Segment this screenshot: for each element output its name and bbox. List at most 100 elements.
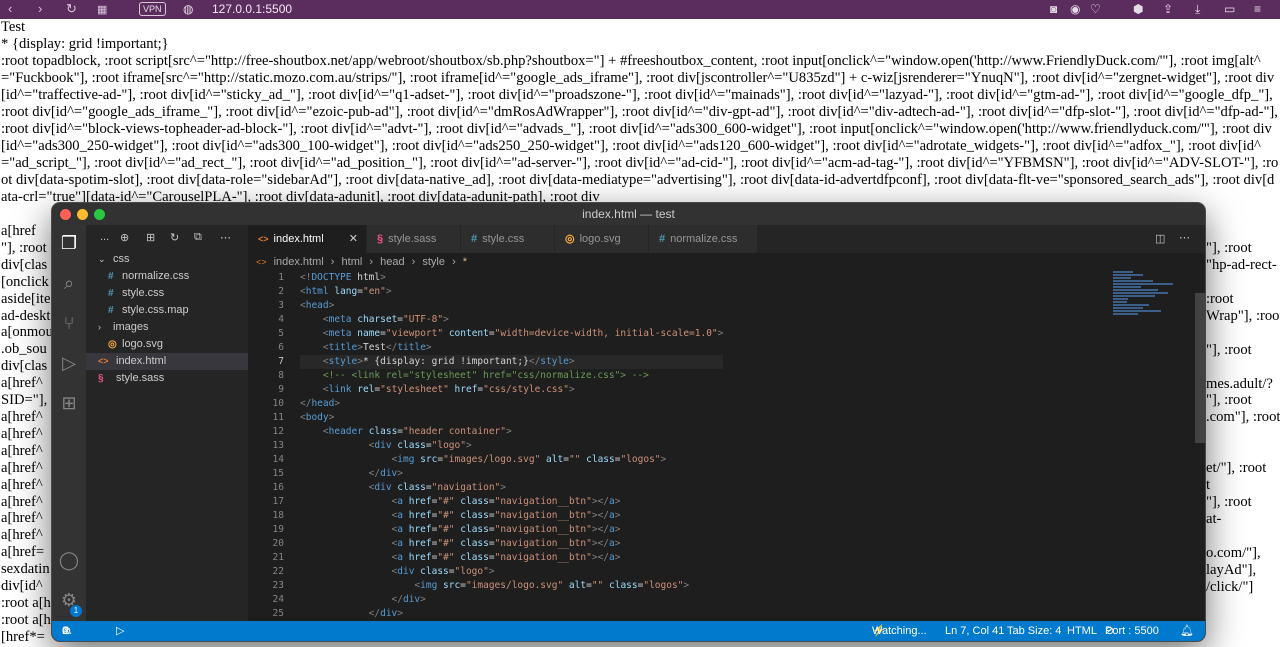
tabs-grid-icon[interactable]: ▦ — [97, 3, 107, 16]
tree-folder-images[interactable]: › images — [86, 319, 248, 336]
tree-folder-css[interactable]: ⌄ css — [86, 251, 248, 268]
tab-style-css[interactable]: # style.css — [461, 225, 555, 253]
code-line[interactable]: <title>Test</title> — [300, 341, 723, 355]
code-line[interactable]: <style>* {display: grid !important;}</st… — [300, 355, 724, 369]
account-icon[interactable]: ◯ — [52, 550, 86, 571]
code-line[interactable]: <a href="#" class="navigation__btn"></a> — [300, 495, 723, 509]
split-editor-icon[interactable]: ◫ — [1155, 232, 1165, 245]
tree-file-index-html[interactable]: <> index.html — [86, 353, 248, 370]
code-line[interactable]: </div> — [300, 467, 723, 481]
line-number: 25 — [272, 608, 284, 619]
editor-scrollbar[interactable] — [1195, 293, 1205, 443]
code-line[interactable]: </div> — [300, 593, 723, 607]
tab-style-sass[interactable]: § style.sass — [367, 225, 461, 253]
code-line[interactable]: <!DOCTYPE html> — [300, 271, 723, 285]
close-tab-icon[interactable]: ✕ — [349, 225, 358, 253]
breadcrumb-item[interactable]: index.html — [274, 256, 324, 268]
tab-size[interactable]: Tab Size: 4 — [1007, 621, 1061, 641]
refresh-icon[interactable]: ↻ — [170, 231, 179, 244]
fragment: Wrap"], :root — [1206, 307, 1280, 324]
shield-icon[interactable]: ◉ — [1070, 2, 1080, 16]
code-line[interactable]: <meta name="viewport" content="width=dev… — [300, 327, 724, 341]
line-number: 18 — [272, 510, 284, 521]
new-file-icon[interactable]: ⊕ — [120, 231, 129, 244]
code-line[interactable]: <a href="#" class="navigation__btn"></a> — [300, 551, 723, 565]
close-window-button[interactable] — [60, 209, 71, 220]
more-actions-icon[interactable]: ⋯ — [220, 231, 231, 244]
code-line[interactable]: <body> — [300, 411, 723, 425]
tree-file-normalize-css[interactable]: # normalize.css — [86, 268, 248, 285]
collapse-all-icon[interactable]: ⧉ — [194, 231, 202, 244]
line-number: 6 — [278, 342, 284, 353]
address-bar[interactable]: 127.0.0.1:5500 — [212, 2, 292, 16]
reload-icon[interactable]: ↻ — [66, 1, 77, 17]
code-line[interactable]: <a href="#" class="navigation__btn"></a> — [300, 523, 723, 537]
maximize-window-button[interactable] — [94, 209, 105, 220]
minimize-window-button[interactable] — [77, 209, 88, 220]
menu-icon[interactable]: ≡ — [1254, 2, 1261, 16]
html-file-icon: <> — [98, 356, 109, 366]
code-line[interactable]: <link rel="stylesheet" href="css/style.c… — [300, 383, 723, 397]
code-line[interactable]: <html lang="en"> — [300, 285, 723, 299]
tree-file-style-css-map[interactable]: # style.css.map — [86, 302, 248, 319]
code-line[interactable]: <div class="logo"> — [300, 565, 723, 579]
tab-index-html[interactable]: <> index.html ✕ — [248, 225, 367, 253]
vpn-badge[interactable]: VPN — [139, 2, 166, 16]
globe-icon: ◍ — [183, 2, 194, 16]
code-line[interactable]: <header class="header container"> — [300, 425, 723, 439]
bookmark-icon[interactable]: ▭ — [1224, 2, 1235, 16]
tree-file-style-css[interactable]: # style.css — [86, 285, 248, 302]
source-control-icon[interactable]: ⑂ — [52, 313, 86, 334]
language-mode[interactable]: HTML — [1067, 621, 1097, 641]
code-lines[interactable]: <!DOCTYPE html> <html lang="en"> <head> <m… — [300, 271, 724, 621]
forward-arrow-icon[interactable]: › — [38, 1, 42, 16]
code-line[interactable]: <a href="#" class="navigation__btn"></a> — [300, 537, 723, 551]
camera-icon[interactable]: ◙ — [1050, 2, 1057, 16]
tab-logo-svg[interactable]: ◎ logo.svg — [555, 225, 649, 253]
breadcrumb-item[interactable]: * — [463, 256, 467, 268]
code-line[interactable]: <img src="images/logo.svg" alt="" class=… — [300, 579, 723, 593]
search-icon[interactable]: ⌕ — [52, 273, 86, 294]
code-line[interactable]: <meta charset="UTF-8"> — [300, 313, 723, 327]
fragment: o.com/"], — [1206, 544, 1261, 561]
window-titlebar[interactable]: index.html — test — [52, 203, 1205, 225]
new-folder-icon[interactable]: ⊞ — [146, 231, 155, 244]
explorer-files-icon[interactable]: ❐ — [52, 233, 86, 254]
tab-normalize-css[interactable]: # normalize.css — [649, 225, 758, 253]
more-actions-icon[interactable]: ⋯ — [1179, 231, 1190, 244]
code-line[interactable]: <a href="#" class="navigation__btn"></a> — [300, 509, 723, 523]
code-line[interactable]: <div class="logo"> — [300, 439, 723, 453]
minimap[interactable] — [1113, 271, 1193, 331]
code-line[interactable]: <!-- <link rel="stylesheet" href="css/no… — [300, 369, 723, 383]
back-arrow-icon[interactable]: ‹ — [8, 1, 12, 16]
tree-file-style-sass[interactable]: § style.sass — [86, 370, 248, 387]
line-number: 17 — [272, 496, 284, 507]
code-line[interactable]: <head> — [300, 299, 723, 313]
fragment: "], :root — [1206, 240, 1252, 256]
notifications-bell-icon[interactable]: 🔔︎ — [1180, 621, 1194, 641]
chevron-right-icon: › — [452, 256, 456, 268]
cursor-position[interactable]: Ln 7, Col 41 — [945, 621, 1004, 641]
line-number: 14 — [272, 454, 284, 465]
code-line[interactable]: <div class="navigation"> — [300, 481, 723, 495]
breadcrumb-item[interactable]: head — [380, 256, 404, 268]
extensions-icon[interactable]: ⊞ — [52, 393, 86, 414]
tree-file-logo-svg[interactable]: ◎ logo.svg — [86, 336, 248, 353]
run-debug-icon[interactable]: ▷ — [52, 353, 86, 374]
breadcrumb-item[interactable]: style — [422, 256, 445, 268]
heart-icon[interactable]: ♡ — [1090, 2, 1101, 16]
line-number: 20 — [272, 538, 284, 549]
run-icon[interactable]: ▷ — [116, 621, 124, 641]
share-icon[interactable]: ⇪ — [1163, 2, 1173, 16]
download-icon[interactable]: ⤓ — [1195, 2, 1200, 17]
extension-cube-icon[interactable]: ⬢ — [1133, 2, 1143, 16]
explorer-more-icon[interactable]: ... — [100, 231, 109, 243]
fragment: "], :root — [1206, 341, 1252, 358]
fragment: a[href^ — [1, 493, 43, 510]
code-line[interactable]: </div> — [300, 607, 723, 621]
code-editor[interactable]: 1 2 3 4 5 6 7 8 9 10 11 12 13 14 15 16 17 18 19 20 21 22 23 24 2… — [248, 271, 1205, 621]
code-line[interactable]: </head> — [300, 397, 723, 411]
breadcrumb-item[interactable]: html — [342, 256, 363, 268]
code-line[interactable]: <img src="images/logo.svg" alt="" class=… — [300, 453, 723, 467]
browser-toolbar: ‹ › ↻ ▦ VPN ◍ 127.0.0.1:5500 ◙ ◉ ♡ ⬢ ⇪ ⤓… — [0, 0, 1280, 19]
